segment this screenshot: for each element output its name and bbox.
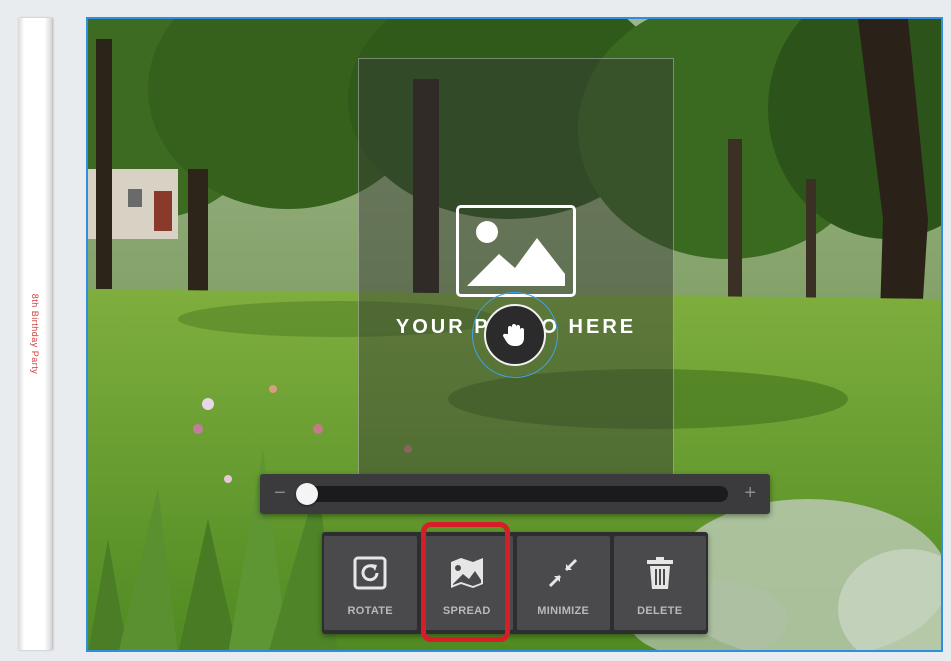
- image-icon: [456, 205, 576, 297]
- book-spine: 8th Birthday Party: [18, 18, 52, 650]
- action-toolbar: ROTATE SPREAD MINIMIZE DELETE: [322, 532, 708, 634]
- zoom-slider-knob[interactable]: [296, 483, 318, 505]
- zoom-out-button[interactable]: −: [274, 481, 286, 505]
- delete-button[interactable]: DELETE: [613, 536, 706, 630]
- delete-label: DELETE: [637, 605, 683, 617]
- minimize-label: MINIMIZE: [537, 605, 590, 617]
- trash-icon: [645, 556, 675, 595]
- zoom-in-button[interactable]: +: [744, 481, 756, 505]
- spread-highlight-box: [421, 522, 510, 642]
- spine-title: 8th Birthday Party: [30, 293, 40, 375]
- hand-grab-icon[interactable]: [484, 304, 546, 366]
- minimize-button[interactable]: MINIMIZE: [517, 536, 610, 630]
- minimize-arrows-icon: [546, 556, 580, 595]
- zoom-track[interactable]: [296, 483, 728, 505]
- rotate-button[interactable]: ROTATE: [324, 536, 417, 630]
- rotate-label: ROTATE: [347, 605, 393, 617]
- zoom-slider-bar: − +: [260, 474, 770, 514]
- rotate-icon: [353, 556, 387, 595]
